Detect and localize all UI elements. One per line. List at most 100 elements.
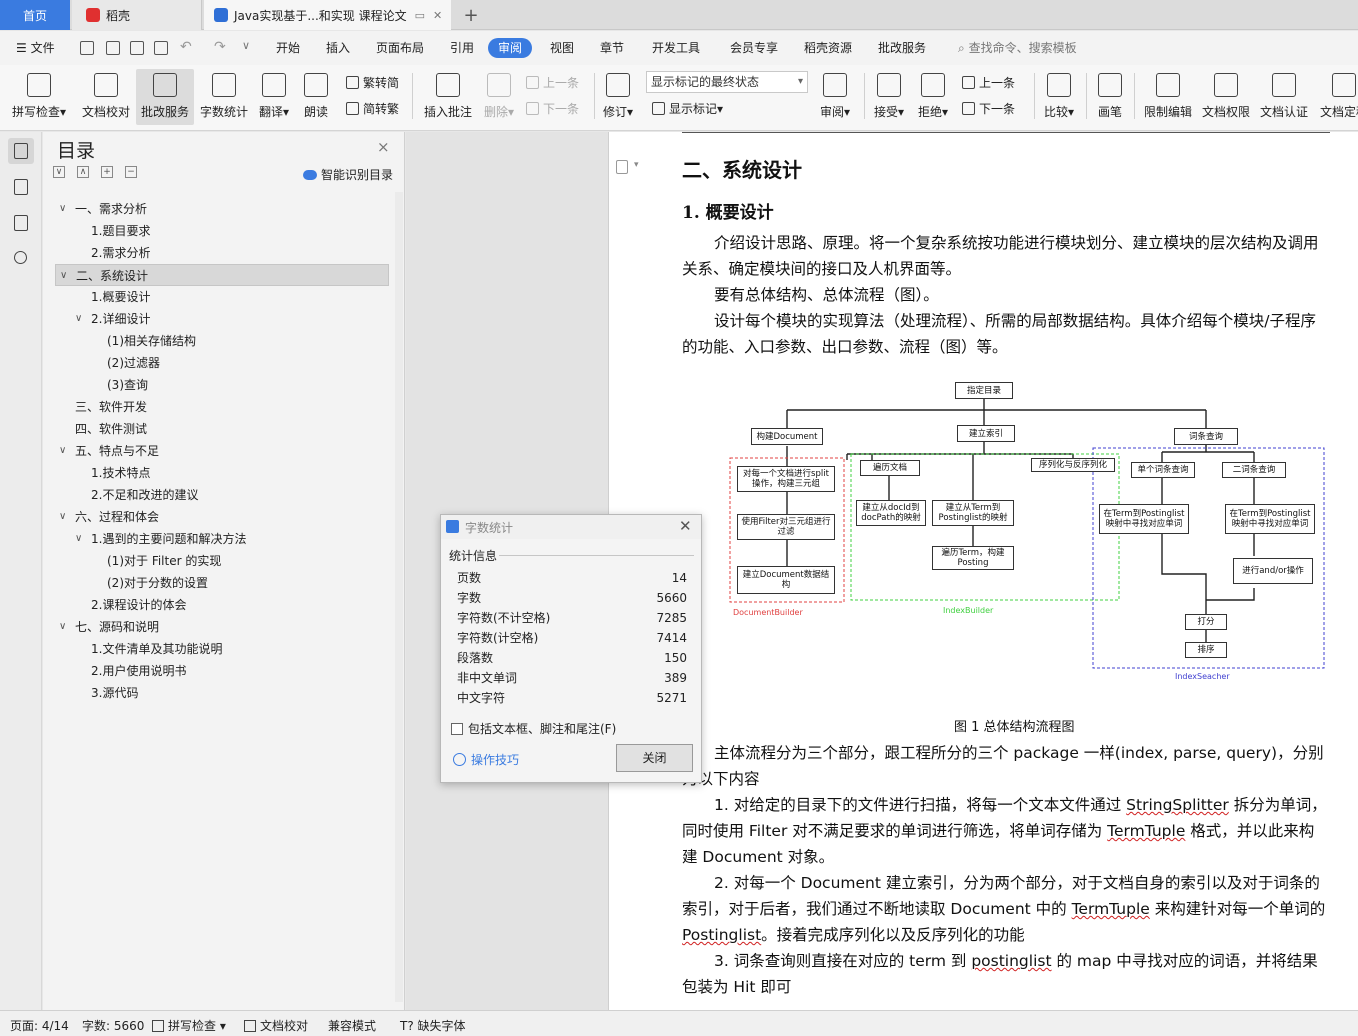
- document-cert-button[interactable]: 文档认证: [1258, 69, 1310, 125]
- print-icon[interactable]: [130, 41, 144, 55]
- toc-item[interactable]: 三、软件开发: [55, 396, 389, 418]
- menu-tab[interactable]: 插入: [320, 38, 356, 58]
- toc-item[interactable]: 1.技术特点: [55, 462, 389, 484]
- show-markup-button[interactable]: 显示标记▾: [652, 99, 723, 119]
- bookmark-rail-button[interactable]: [8, 210, 34, 236]
- tab-home[interactable]: 首页: [0, 0, 70, 30]
- chevron-down-icon[interactable]: ∨: [59, 506, 66, 528]
- page-layout-icon[interactable]: [616, 160, 628, 174]
- status-proof[interactable]: 文档校对: [244, 1017, 308, 1034]
- chevron-down-icon[interactable]: ∨: [59, 440, 66, 462]
- toc-scrollbar[interactable]: [395, 192, 403, 1002]
- accept-button[interactable]: 接受▾: [870, 69, 908, 125]
- menu-tab[interactable]: 开发工具: [646, 38, 706, 58]
- toc-item[interactable]: (2)过滤器: [55, 352, 389, 374]
- document-permission-button[interactable]: 文档权限: [1200, 69, 1252, 125]
- toc-item[interactable]: 3.源代码: [55, 682, 389, 704]
- include-textbox-checkbox[interactable]: 包括文本框、脚注和尾注(F): [451, 720, 616, 737]
- toc-item[interactable]: (1)对于 Filter 的实现: [55, 550, 389, 572]
- track-changes-button[interactable]: 修订▾: [600, 69, 636, 125]
- toc-item[interactable]: ∨ 七、源码和说明: [55, 616, 389, 638]
- pen-button[interactable]: 画笔: [1094, 69, 1126, 125]
- menu-tab[interactable]: 引用: [444, 38, 480, 58]
- chevron-down-icon[interactable]: ∨: [59, 198, 66, 220]
- search-rail-button[interactable]: [8, 246, 34, 272]
- chevron-down-icon[interactable]: ▾: [634, 160, 639, 170]
- toc-item[interactable]: 1.文件清单及其功能说明: [55, 638, 389, 660]
- toc-item[interactable]: 2.用户使用说明书: [55, 660, 389, 682]
- toc-item[interactable]: ∨ 一、需求分析: [55, 198, 389, 220]
- toc-item[interactable]: (1)相关存储结构: [55, 330, 389, 352]
- dialog-titlebar[interactable]: 字数统计 ✕: [441, 515, 701, 539]
- undo-icon[interactable]: ↶: [180, 39, 192, 55]
- tab-close-icon[interactable]: ✕: [433, 9, 442, 22]
- word-count-indicator[interactable]: 字数: 5660: [82, 1017, 144, 1034]
- read-aloud-button[interactable]: 朗读: [300, 69, 332, 125]
- toc-rail-button[interactable]: [8, 138, 34, 164]
- menu-tab[interactable]: 稻壳资源: [798, 38, 858, 58]
- close-icon[interactable]: ✕: [679, 517, 692, 535]
- spell-flagged-word[interactable]: postinglist: [971, 952, 1051, 970]
- tab-docer[interactable]: 稻壳: [72, 0, 202, 30]
- spell-flagged-word[interactable]: TermTuple: [1072, 900, 1150, 918]
- menu-tab[interactable]: 审阅: [488, 38, 533, 58]
- chapter-rail-button[interactable]: [8, 174, 34, 200]
- restrict-edit-button[interactable]: 限制编辑: [1140, 69, 1196, 125]
- missing-font[interactable]: T? 缺失字体: [400, 1017, 466, 1034]
- toc-item[interactable]: 1.概要设计: [55, 286, 389, 308]
- add-heading-icon[interactable]: +: [101, 166, 113, 178]
- menu-tab[interactable]: 视图: [544, 38, 580, 58]
- expand-up-icon[interactable]: ∧: [77, 166, 89, 178]
- menu-tab[interactable]: 章节: [594, 38, 630, 58]
- toc-item[interactable]: 2.不足和改进的建议: [55, 484, 389, 506]
- remove-heading-icon[interactable]: −: [125, 166, 137, 178]
- chevron-down-icon[interactable]: ∨: [75, 528, 82, 550]
- translate-button[interactable]: 翻译▾: [256, 69, 292, 125]
- toc-item[interactable]: 四、软件测试: [55, 418, 389, 440]
- tab-document[interactable]: Java实现基于...和实现 课程论文 ▭ ✕: [204, 0, 451, 30]
- close-button[interactable]: 关闭: [616, 744, 693, 772]
- toc-item[interactable]: ∨ 2.详细设计: [55, 308, 389, 330]
- smart-toc-button[interactable]: 智能识别目录: [303, 166, 393, 183]
- page-indicator[interactable]: 页面: 4/14: [10, 1017, 69, 1034]
- document-final-button[interactable]: 文档定稿: [1318, 69, 1358, 125]
- chevron-down-icon[interactable]: ∨: [59, 616, 66, 638]
- toc-item[interactable]: 2.需求分析: [55, 242, 389, 264]
- menu-tab[interactable]: 页面布局: [370, 38, 430, 58]
- toc-item[interactable]: ∨ 1.遇到的主要问题和解决方法: [55, 528, 389, 550]
- collapse-all-icon[interactable]: ∨: [53, 166, 65, 178]
- trad-to-simp-button[interactable]: 繁转简: [346, 73, 399, 93]
- menu-tab[interactable]: 批改服务: [872, 38, 932, 58]
- file-menu[interactable]: ☰ 文件: [10, 38, 61, 58]
- toc-item[interactable]: ∨ 二、系统设计: [55, 264, 389, 286]
- word-count-button[interactable]: 字数统计: [196, 69, 252, 125]
- chevron-down-icon[interactable]: ∨: [242, 39, 250, 52]
- menu-tab[interactable]: 会员专享: [724, 38, 784, 58]
- markup-state-select[interactable]: 显示标记的最终状态: [646, 71, 808, 93]
- spell-check-button[interactable]: 拼写检查▾: [8, 69, 70, 125]
- spell-flagged-word[interactable]: Postinglist: [682, 926, 761, 944]
- chevron-down-icon[interactable]: ∨: [60, 265, 67, 287]
- toc-item[interactable]: 2.课程设计的体会: [55, 594, 389, 616]
- close-icon[interactable]: ×: [377, 138, 390, 156]
- document-proof-button[interactable]: 文档校对: [78, 69, 134, 125]
- delete-comment-button[interactable]: 删除▾: [480, 69, 518, 125]
- next-comment-button[interactable]: 下一条: [526, 99, 579, 119]
- prev-comment-button[interactable]: 上一条: [526, 73, 579, 93]
- export-pdf-icon[interactable]: [106, 41, 120, 55]
- insert-comment-button[interactable]: 插入批注: [420, 69, 476, 125]
- spell-flagged-word[interactable]: StringSplitter: [1126, 796, 1229, 814]
- simp-to-trad-button[interactable]: 简转繁: [346, 99, 399, 119]
- status-spell-check[interactable]: 拼写检查 ▾: [152, 1017, 226, 1034]
- save-icon[interactable]: [80, 41, 94, 55]
- chevron-down-icon[interactable]: ∨: [75, 308, 82, 330]
- toc-item[interactable]: ∨ 六、过程和体会: [55, 506, 389, 528]
- toc-item[interactable]: ∨ 五、特点与不足: [55, 440, 389, 462]
- prev-change-button[interactable]: 上一条: [962, 73, 1015, 93]
- menu-tab[interactable]: 开始: [270, 38, 306, 58]
- spell-flagged-word[interactable]: TermTuple: [1107, 822, 1185, 840]
- next-change-button[interactable]: 下一条: [962, 99, 1015, 119]
- new-tab-button[interactable]: +: [458, 0, 484, 30]
- correction-service-button[interactable]: 批改服务: [136, 69, 194, 125]
- reject-button[interactable]: 拒绝▾: [914, 69, 952, 125]
